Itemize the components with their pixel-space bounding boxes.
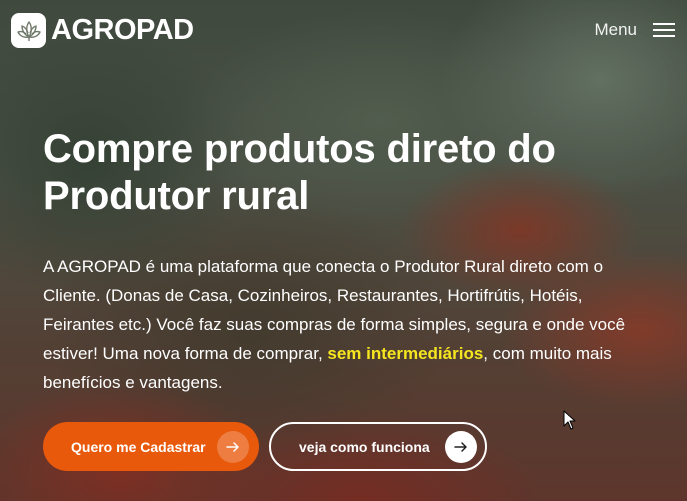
how-it-works-button[interactable]: veja como funciona — [269, 422, 487, 471]
hero-title-line-2: Produtor rural — [43, 174, 310, 218]
hero-description: A AGROPAD é uma plataforma que conecta o… — [43, 252, 653, 397]
arrow-right-icon — [445, 430, 477, 463]
description-highlight: sem intermediários — [327, 344, 484, 363]
hero-section: AGROPAD Menu Compre produtos direto do P… — [0, 0, 687, 501]
arrow-right-icon — [217, 430, 249, 463]
register-button-label: Quero me Cadastrar — [71, 438, 206, 455]
how-it-works-button-label: veja como funciona — [299, 438, 430, 455]
register-button[interactable]: Quero me Cadastrar — [43, 422, 259, 471]
menu-label: Menu — [594, 20, 637, 39]
logo-text: AGROPAD — [51, 14, 194, 46]
menu-toggle[interactable]: Menu — [594, 20, 675, 40]
lotus-flower-icon — [11, 13, 46, 48]
hero-title-line-1: Compre produtos direto do — [43, 127, 556, 171]
site-logo[interactable]: AGROPAD — [11, 13, 194, 48]
hamburger-icon — [653, 23, 675, 37]
mouse-cursor-icon — [563, 410, 577, 435]
hero-title: Compre produtos direto do Produtor rural — [43, 126, 663, 220]
